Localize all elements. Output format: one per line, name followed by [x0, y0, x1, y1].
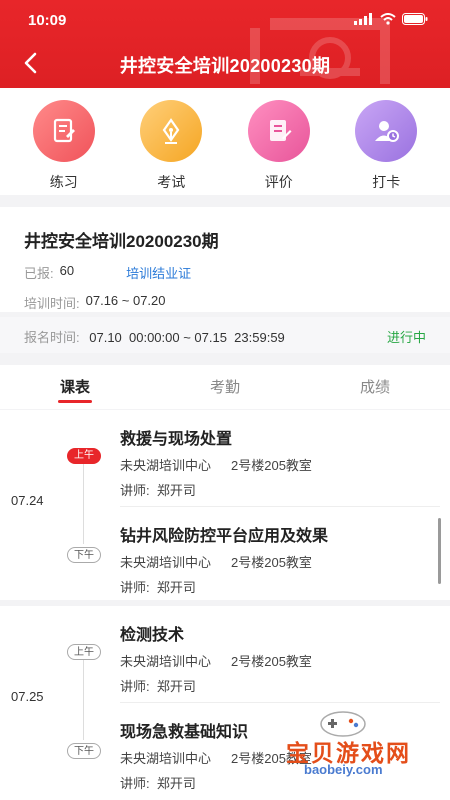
lesson-title: 救援与现场处置	[120, 431, 233, 448]
tab-schedule[interactable]: 课表	[0, 365, 150, 409]
checkin-button[interactable]: 打卡	[341, 88, 431, 195]
action-bar: 练习 考试 评价 打卡	[0, 88, 450, 195]
lesson-item[interactable]: 钻井风险防控平台应用及效果 未央湖培训中心 2号楼205教室 讲师: 郑开司	[120, 522, 440, 596]
training-name: 井控安全培训20200230期	[24, 232, 219, 251]
schedule-date: 07.24	[11, 493, 44, 508]
evaluate-icon	[247, 100, 310, 162]
wifi-icon	[380, 13, 396, 25]
lesson-location: 未央湖培训中心 2号楼205教室	[120, 455, 440, 474]
lesson-room: 2号楼205教室	[231, 654, 312, 669]
period-badge: 下午	[67, 547, 101, 563]
practice-button[interactable]: 练习	[19, 88, 109, 195]
lesson-location: 未央湖培训中心 2号楼205教室	[120, 651, 440, 670]
watermark-url: baobeiy.com	[304, 762, 383, 777]
timeline-line	[83, 462, 84, 544]
signup-time-bar: 报名时间: 07.10 00:00:00 ~ 07.15 23:59:59 进行…	[0, 317, 450, 353]
training-time-row: 培训时间: 07.16 ~ 07.20	[24, 293, 426, 312]
watermark: 宝贝游戏网 baobeiy.com	[272, 706, 447, 786]
enrolled-value: 60	[59, 263, 75, 278]
signal-icon	[354, 13, 372, 25]
lesson-place: 未央湖培训中心	[120, 458, 212, 473]
lesson-place: 未央湖培训中心	[120, 751, 212, 766]
lesson-room: 2号楼205教室	[231, 458, 312, 473]
lesson-divider	[120, 506, 440, 507]
status-bar: 10:09	[0, 0, 450, 40]
timeline-line	[83, 660, 84, 740]
lesson-location: 未央湖培训中心 2号楼205教室	[120, 552, 440, 571]
battery-icon	[402, 13, 428, 25]
lesson-teacher: 讲师: 郑开司	[120, 580, 196, 595]
header: 10:09 井控安全培训20200230期	[0, 0, 450, 88]
lesson-place: 未央湖培训中心	[120, 555, 212, 570]
lesson-divider	[120, 702, 440, 703]
page-title: 井控安全培训20200230期	[119, 56, 331, 76]
lesson-teacher: 讲师: 郑开司	[120, 679, 196, 694]
signup-time-value: 07.10 00:00:00 ~ 07.15 23:59:59	[89, 330, 285, 345]
title-bar: 井控安全培训20200230期	[0, 44, 450, 84]
tab-scores[interactable]: 成绩	[300, 365, 450, 409]
schedule-date: 07.25	[11, 689, 44, 704]
signup-time-label: 报名时间:	[24, 330, 80, 345]
practice-label: 练习	[49, 174, 78, 190]
enrolled-label: 已报:	[24, 266, 54, 281]
checkin-label: 打卡	[372, 174, 401, 190]
status-icons	[354, 13, 428, 25]
training-info-card: 井控安全培训20200230期 已报: 60 培训结业证 培训时间: 07.16…	[0, 207, 450, 312]
exam-label: 考试	[157, 174, 186, 190]
schedule-day: 07.24 上午 下午 救援与现场处置 未央湖培训中心 2号楼205教室 讲师: …	[0, 410, 450, 600]
evaluate-label: 评价	[264, 174, 293, 190]
lesson-title: 检测技术	[120, 627, 185, 644]
exam-button[interactable]: 考试	[126, 88, 216, 195]
status-badge: 进行中	[386, 330, 426, 345]
lesson-room: 2号楼205教室	[231, 555, 312, 570]
lesson-item[interactable]: 救援与现场处置 未央湖培训中心 2号楼205教室 讲师: 郑开司	[120, 425, 440, 499]
status-time: 10:09	[28, 12, 67, 29]
practice-icon	[32, 100, 95, 162]
period-badge: 上午	[67, 644, 101, 660]
tab-attendance[interactable]: 考勤	[150, 365, 300, 409]
training-time-value: 07.16 ~ 07.20	[85, 293, 166, 308]
lesson-title: 钻井风险防控平台应用及效果	[120, 528, 329, 545]
enrolled-row: 已报: 60 培训结业证	[24, 263, 426, 282]
checkin-icon	[355, 100, 418, 162]
pen-icon	[140, 100, 203, 162]
tab-bar: 课表 考勤 成绩	[0, 365, 450, 409]
lesson-item[interactable]: 检测技术 未央湖培训中心 2号楼205教室 讲师: 郑开司	[120, 621, 440, 695]
period-badge: 上午	[67, 448, 101, 464]
lesson-teacher: 讲师: 郑开司	[120, 483, 196, 498]
training-time-label: 培训时间:	[24, 296, 80, 311]
evaluate-button[interactable]: 评价	[234, 88, 324, 195]
lesson-place: 未央湖培训中心	[120, 654, 212, 669]
certificate-link[interactable]: 培训结业证	[126, 263, 191, 282]
scrollbar[interactable]	[438, 518, 441, 584]
period-badge: 下午	[67, 743, 101, 759]
